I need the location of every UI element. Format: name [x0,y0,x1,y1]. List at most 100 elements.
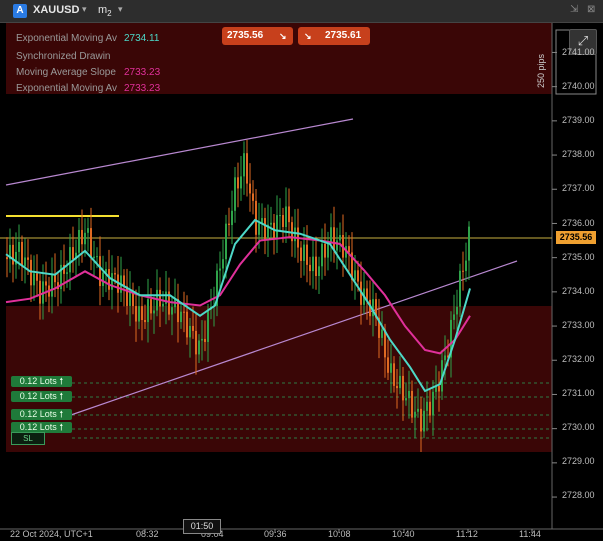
y-tick-label: 2737.00 [562,183,595,193]
candle-body [6,257,8,260]
candle-body [186,311,188,338]
candle-body [426,401,428,411]
y-tick-label: 2730.00 [562,422,595,432]
chart-title-bar: A XAUUSD ▾ m2 ▾ ⇲ ⊠ [0,0,603,23]
candle-body [144,319,146,323]
candle-body [318,266,320,277]
x-tick-label: 10:08 [328,529,351,539]
candle-body [405,398,407,401]
candle-body [204,338,206,342]
x-tick-label: 11:44 [519,529,541,539]
candle-body [417,408,419,412]
legend-value: 2733.23 [124,83,161,94]
candle-body [66,272,68,274]
candle-body [390,363,392,373]
candle-body [159,289,161,307]
y-tick-label: 2741.00 [562,47,595,57]
candle-body [135,306,137,322]
legend-sync-drawing: Synchronized Drawin [16,51,120,62]
candle-body [456,306,458,315]
candle-body [339,235,341,241]
candle-body [393,363,395,386]
candle-body [276,215,278,238]
position-lot-tag[interactable]: 0.12 Lots 🠕 [11,391,72,402]
candle-body [324,243,326,258]
x-tick-label: 11:12 [456,529,478,539]
arrow-up-icon: 🠕 [59,391,64,401]
candle-body [468,226,470,261]
y-tick-label: 2734.00 [562,286,595,296]
candle-body [288,206,290,223]
candle-body [51,273,53,297]
close-window-icon[interactable]: ⊠ [587,4,595,15]
candle-body [411,390,413,418]
date-label: 22 Oct 2024, UTC+1 [10,529,93,539]
candle-body [438,385,440,392]
y-tick-label: 2732.00 [562,354,595,364]
candle-body [222,259,224,269]
candle-body [111,273,113,290]
candle-body [150,299,152,314]
candle-body [381,329,383,338]
lot-label: 0.12 Lots [19,409,57,419]
symbol-selector[interactable]: XAUUSD [33,4,79,16]
candle-body [234,177,236,211]
candle-body [258,223,260,235]
y-tick-label: 2733.00 [562,320,595,330]
stop-loss-tag[interactable]: SL [11,432,45,445]
candle-body [444,355,446,361]
lot-label: 0.12 Lots [19,391,57,401]
candle-body [90,228,92,259]
candle-body [459,270,461,307]
position-lot-tag[interactable]: 0.12 Lots 🠕 [11,409,72,420]
restore-window-icon[interactable]: ⇲ [570,4,578,15]
candle-body [453,314,455,320]
y-tick-label: 2738.00 [562,149,595,159]
timeframe-period: 2 [107,9,112,19]
buy-price-button[interactable]: ↘ 2735.61 [298,27,370,45]
y-tick-label: 2740.00 [562,81,595,91]
candle-body [321,243,323,267]
y-tick-label: 2729.00 [562,456,595,466]
legend-ma-slope: Moving Average Slope 2733.23 [16,67,160,78]
legend-name: Moving Average Slope [16,67,116,78]
arrow-up-icon: 🠕 [59,409,64,419]
candle-body [279,215,281,217]
x-tick-label: 10:40 [392,529,415,539]
candle-body [207,309,209,342]
candle-body [465,260,467,272]
candle-body [171,307,173,315]
candle-body [303,244,305,261]
buy-price: 2735.61 [325,30,362,41]
x-tick-label: 08:32 [136,529,159,539]
candle-body [162,303,164,307]
candle-body [198,340,200,355]
candle-body [21,241,23,267]
candle-body [402,375,404,401]
price-axis [552,23,603,529]
price-chart[interactable] [0,23,603,541]
y-tick-label: 2736.00 [562,218,595,228]
candle-body [201,338,203,341]
candle-body [33,273,35,286]
candle-body [255,200,257,235]
candle-body [333,227,335,251]
candle-body [300,247,302,261]
candle-body [114,273,116,275]
position-lot-tag[interactable]: 0.12 Lots 🠕 [11,376,72,387]
y-tick-label: 2739.00 [562,115,595,125]
timeframe-selector[interactable]: m2 [98,4,112,18]
candle-body [414,411,416,418]
symbol-dropdown-icon[interactable]: ▾ [82,4,87,15]
candle-body [138,306,140,322]
candle-body [243,153,245,177]
candle-body [147,299,149,323]
timeframe-dropdown-icon[interactable]: ▾ [118,4,123,15]
candle-body [228,223,230,226]
y-tick-label: 2735.00 [562,252,595,262]
candle-body [270,222,272,225]
candle-body [102,272,104,287]
candle-body [153,310,155,314]
candle-body [423,410,425,432]
sell-price-button[interactable]: 2735.56 ↘ [222,27,293,45]
